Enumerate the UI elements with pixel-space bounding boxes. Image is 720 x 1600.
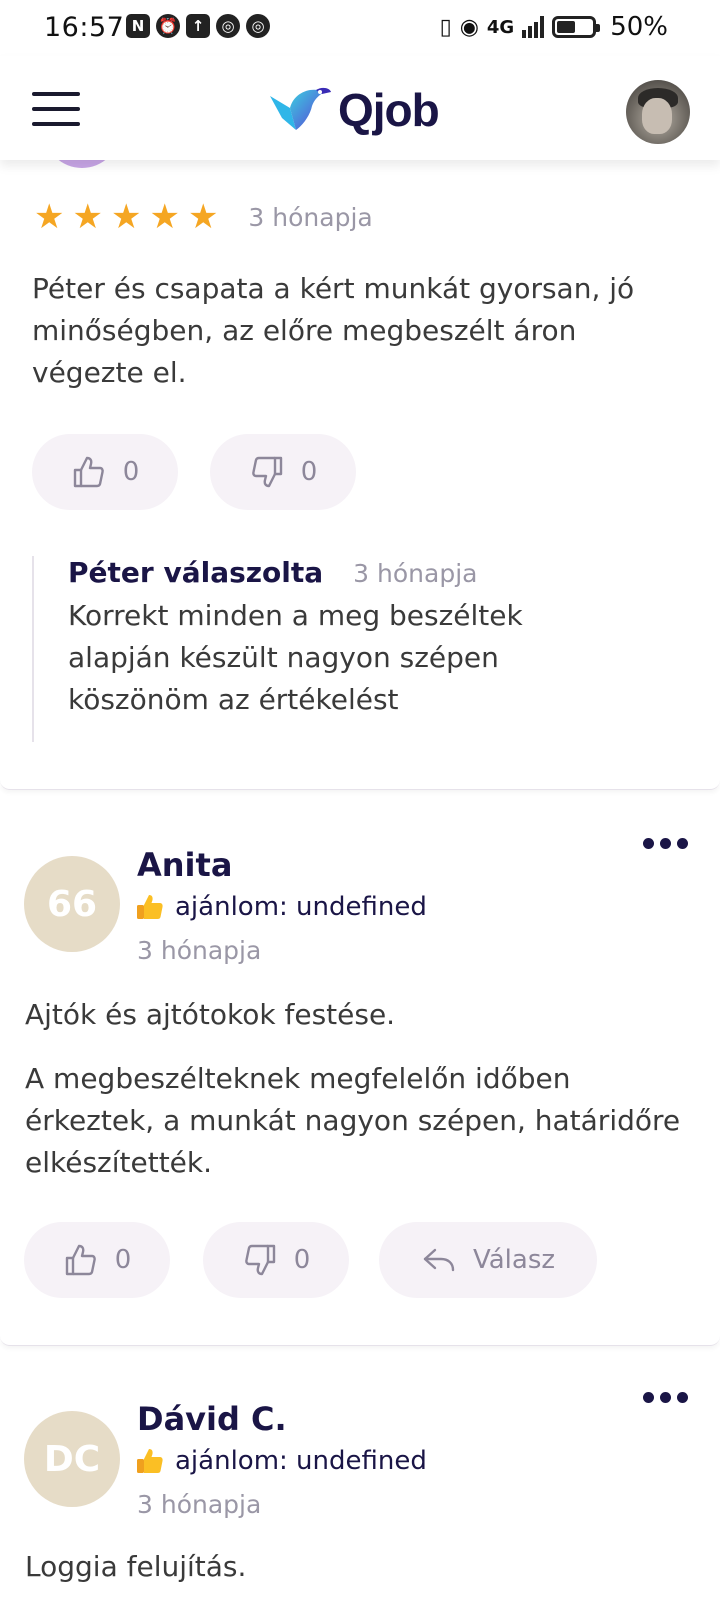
review-text: A megbeszélteknek megfelelőn időben érke… xyxy=(25,1062,681,1179)
reviewer-name: Anita xyxy=(137,846,233,884)
user-avatar[interactable] xyxy=(626,80,690,144)
review-text: Péter és csapata a kért munkát gyorsan, … xyxy=(32,272,635,389)
thumbs-up-icon xyxy=(65,1244,96,1276)
reply-text: Korrekt minden a meg beszéltek alapján k… xyxy=(68,599,523,716)
star-icon: ★ xyxy=(187,197,219,237)
recommend-line: ajánlom: undefined xyxy=(135,1446,427,1476)
hamburger-menu-icon[interactable] xyxy=(32,92,80,126)
thumbs-down-icon xyxy=(251,456,282,488)
like-button[interactable]: 0 xyxy=(24,1222,170,1298)
signal-icon xyxy=(522,16,545,38)
review-time: 3 hónapja xyxy=(248,202,373,232)
hotspot-icon: ◉ xyxy=(459,14,479,40)
network-label: 4G xyxy=(486,16,515,38)
battery-percent: 50% xyxy=(610,12,668,42)
like-button[interactable]: 0 xyxy=(32,434,178,510)
alarm-icon: ⏰ xyxy=(156,14,180,38)
reviewer-avatar: DC xyxy=(24,1411,120,1507)
card-divider xyxy=(0,780,720,790)
nfc-icon: N xyxy=(126,14,150,38)
dislike-count: 0 xyxy=(300,457,318,487)
thumbs-down-icon xyxy=(244,1244,275,1276)
chrome-icon-2: ◎ xyxy=(246,14,270,38)
review-time: 3 hónapja xyxy=(137,936,262,965)
reply-button[interactable]: Válasz xyxy=(379,1222,597,1298)
reply-time: 3 hónapja xyxy=(353,559,478,588)
card-divider xyxy=(0,1336,720,1346)
like-count: 0 xyxy=(114,1245,132,1275)
thumbs-up-emoji-icon xyxy=(137,1449,163,1473)
status-right: ▯ ◉ 4G 50% xyxy=(440,12,668,42)
brand-name: Qjob xyxy=(338,84,440,136)
chrome-icon: ◎ xyxy=(216,14,240,38)
review-title: Ajtók és ajtótokok festése. xyxy=(25,998,396,1031)
recommend-text: ajánlom: undefined xyxy=(175,1446,427,1476)
star-icon: ★ xyxy=(110,197,142,237)
recommend-line: ajánlom: undefined xyxy=(135,892,427,922)
status-time: 16:57 xyxy=(44,12,125,43)
star-icon: ★ xyxy=(149,197,180,237)
thumbs-up-icon xyxy=(73,456,104,488)
app-header: Qjob xyxy=(0,56,720,160)
recommend-text: ajánlom: undefined xyxy=(175,892,427,922)
star-icon: ★ xyxy=(34,197,65,237)
battery-icon xyxy=(552,16,601,38)
owner-reply: Péter válaszolta 3 hónapja Korrekt minde… xyxy=(32,556,632,742)
review-time: 3 hónapja xyxy=(137,1490,262,1519)
thumbs-up-emoji-icon xyxy=(137,895,163,919)
reply-author: Péter válaszolta xyxy=(68,556,324,589)
more-options-icon[interactable] xyxy=(643,838,688,849)
star-icon: ★ xyxy=(72,197,103,237)
like-count: 0 xyxy=(122,457,140,487)
reviewer-avatar: 66 xyxy=(24,856,120,952)
upload-icon: ↑ xyxy=(186,14,210,38)
rating-row: ★ ★ ★ ★ ★ 3 hónapja xyxy=(34,200,373,234)
qjob-logo[interactable]: Qjob xyxy=(268,82,440,138)
dislike-count: 0 xyxy=(293,1245,311,1275)
reviewer-name: Dávid C. xyxy=(137,1400,287,1438)
qjob-bird-icon xyxy=(270,87,331,130)
notification-icons: N ⏰ ↑ ◎ ◎ xyxy=(126,14,270,38)
dislike-button[interactable]: 0 xyxy=(210,434,356,510)
vibrate-icon: ▯ xyxy=(439,14,452,40)
dislike-button[interactable]: 0 xyxy=(203,1222,349,1298)
more-options-icon[interactable] xyxy=(643,1392,688,1403)
reply-label: Válasz xyxy=(472,1245,556,1275)
status-bar: 16:57 N ⏰ ↑ ◎ ◎ ▯ ◉ 4G 50% xyxy=(0,0,720,56)
review-title: Loggia felujítás. xyxy=(25,1550,247,1583)
reply-arrow-icon xyxy=(423,1248,455,1272)
